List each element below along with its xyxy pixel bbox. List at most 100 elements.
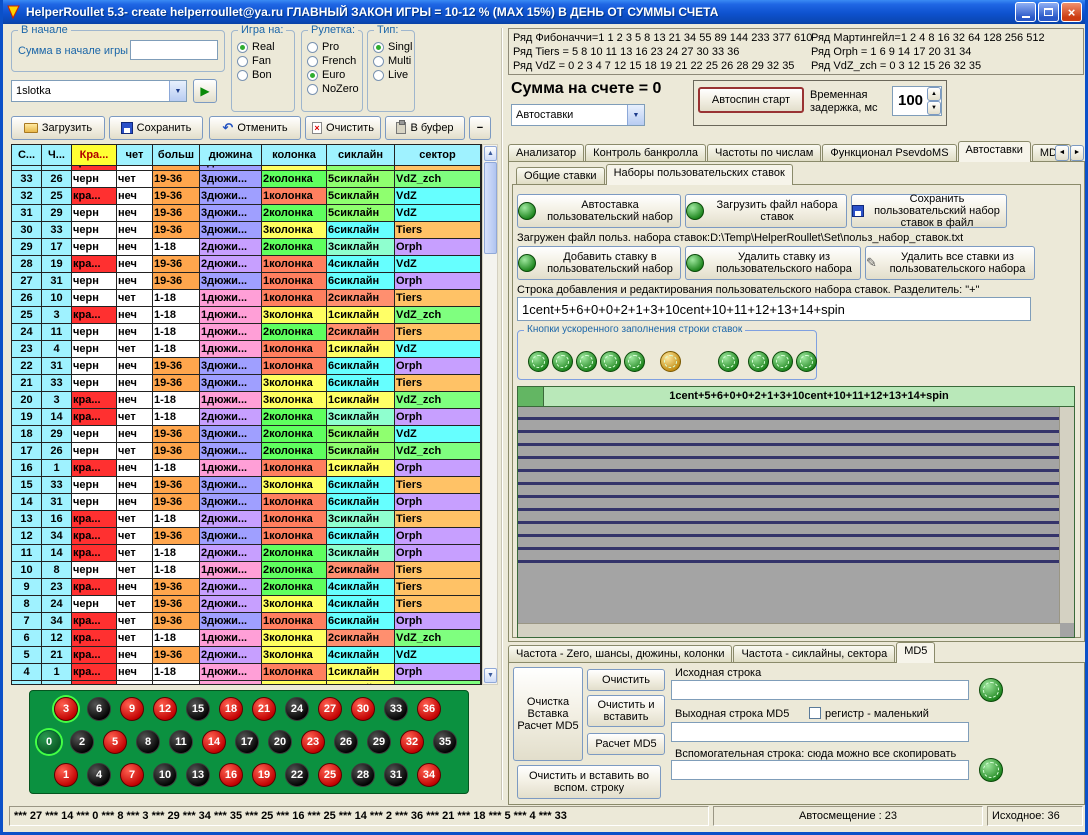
- roulette-number-27[interactable]: 27: [318, 697, 342, 721]
- md5-output-input[interactable]: [671, 722, 969, 742]
- bet-coin-button-8[interactable]: [748, 351, 769, 372]
- roulette-number-30[interactable]: 30: [351, 697, 375, 721]
- save-bet-file-button[interactable]: Сохранить пользовательский набор ставок …: [851, 194, 1007, 228]
- md5-clear-paste-calc-button[interactable]: Очистка Вставка Расчет MD5: [513, 667, 583, 761]
- tab-Контроль банкролла[interactable]: Контроль банкролла: [585, 144, 706, 162]
- scroll-down-icon[interactable]: ▼: [484, 668, 497, 683]
- subtab-Наборы пользовательских ставок[interactable]: Наборы пользовательских ставок: [606, 164, 793, 185]
- md5-clear-button[interactable]: Очистить: [587, 669, 665, 691]
- bet-string-input[interactable]: [517, 297, 1031, 321]
- md5-clear-and-paste-button[interactable]: Очистить и вставить: [587, 695, 665, 727]
- roulette-number-25[interactable]: 25: [318, 763, 342, 787]
- minimize-button[interactable]: [1015, 2, 1036, 22]
- bet-coin-button-5[interactable]: [624, 351, 645, 372]
- roulette-number-31[interactable]: 31: [384, 763, 408, 787]
- roulette-number-34[interactable]: 34: [417, 763, 441, 787]
- roulette-number-28[interactable]: 28: [351, 763, 375, 787]
- bet-coin-button-10[interactable]: [796, 351, 817, 372]
- radio-option-french[interactable]: French: [307, 55, 362, 67]
- roulette-number-5[interactable]: 5: [103, 730, 127, 754]
- remove-bet-button[interactable]: Удалить ставку из пользовательского набо…: [685, 246, 861, 280]
- bet-list-vscrollbar[interactable]: [1059, 407, 1074, 623]
- close-button[interactable]: ×: [1061, 2, 1082, 22]
- radio-option-nozero[interactable]: NoZero: [307, 83, 362, 95]
- restore-button[interactable]: [1038, 2, 1059, 22]
- remove-all-bets-button[interactable]: ✎ Удалить все ставки из пользовательског…: [865, 246, 1035, 280]
- tab-scroll-right-button[interactable]: ►: [1070, 145, 1084, 161]
- freqtab-MD5[interactable]: MD5: [896, 642, 935, 663]
- collapse-button[interactable]: −: [469, 116, 491, 140]
- roulette-number-23[interactable]: 23: [301, 730, 325, 754]
- md5-aux-input[interactable]: [671, 760, 969, 780]
- copy-buffer-button[interactable]: В буфер: [385, 116, 465, 140]
- autobet-custom-set-button[interactable]: Автоставка пользовательский набор: [517, 194, 681, 228]
- roulette-number-11[interactable]: 11: [169, 730, 193, 754]
- bet-coin-button-9[interactable]: [772, 351, 793, 372]
- md5-source-go-button[interactable]: [979, 678, 1003, 702]
- bet-coin-button-6[interactable]: [660, 351, 681, 372]
- roulette-number-2[interactable]: 2: [70, 730, 94, 754]
- scrollbar-thumb[interactable]: [484, 162, 497, 254]
- bet-coin-button-3[interactable]: [576, 351, 597, 372]
- roulette-number-29[interactable]: 29: [367, 730, 391, 754]
- radio-option-singl[interactable]: Singl: [373, 41, 414, 53]
- md5-calc-button[interactable]: Расчет MD5: [587, 733, 665, 755]
- roulette-number-26[interactable]: 26: [334, 730, 358, 754]
- roulette-number-36[interactable]: 36: [417, 697, 441, 721]
- roulette-number-12[interactable]: 12: [153, 697, 177, 721]
- roulette-number-15[interactable]: 15: [186, 697, 210, 721]
- title-bar[interactable]: HelperRoullet 5.3- create helperroullet@…: [3, 0, 1085, 24]
- roulette-number-18[interactable]: 18: [219, 697, 243, 721]
- tab-Функционал PsevdoMS[interactable]: Функционал PsevdoMS: [822, 144, 956, 162]
- radio-option-real[interactable]: Real: [237, 41, 294, 53]
- undo-button[interactable]: ↶ Отменить: [209, 116, 301, 140]
- tab-scroll-left-button[interactable]: ◄: [1055, 145, 1069, 161]
- clear-button[interactable]: × Очистить: [305, 116, 381, 140]
- start-sum-input[interactable]: [130, 40, 218, 60]
- roulette-number-1[interactable]: 1: [54, 763, 78, 787]
- roulette-number-7[interactable]: 7: [120, 763, 144, 787]
- autobets-select[interactable]: Автоставки ▼: [511, 104, 645, 126]
- history-scrollbar[interactable]: ▲ ▼: [482, 144, 498, 685]
- roulette-number-24[interactable]: 24: [285, 697, 309, 721]
- md5-aux-go-button[interactable]: [979, 758, 1003, 782]
- chevron-down-icon[interactable]: ▼: [627, 105, 644, 125]
- roulette-number-21[interactable]: 21: [252, 697, 276, 721]
- tab-Частоты по числам[interactable]: Частоты по числам: [707, 144, 821, 162]
- roulette-number-19[interactable]: 19: [252, 763, 276, 787]
- roulette-number-4[interactable]: 4: [87, 763, 111, 787]
- save-button[interactable]: Сохранить: [109, 116, 203, 140]
- roulette-number-35[interactable]: 35: [433, 730, 457, 754]
- bet-coin-button-1[interactable]: [528, 351, 549, 372]
- radio-option-bon[interactable]: Bon: [237, 69, 294, 81]
- roulette-number-8[interactable]: 8: [136, 730, 160, 754]
- roulette-number-14[interactable]: 14: [202, 730, 226, 754]
- add-bet-button[interactable]: Добавить ставку в пользовательский набор: [517, 246, 681, 280]
- roulette-number-33[interactable]: 33: [384, 697, 408, 721]
- bet-list-hscrollbar[interactable]: [518, 623, 1060, 637]
- delay-down-button[interactable]: ▼: [927, 101, 941, 115]
- bet-coin-button-4[interactable]: [600, 351, 621, 372]
- bet-coin-button-7[interactable]: [718, 351, 739, 372]
- scroll-up-icon[interactable]: ▲: [484, 146, 497, 161]
- checkbox-icon[interactable]: [809, 707, 821, 719]
- roulette-number-6[interactable]: 6: [87, 697, 111, 721]
- load-button[interactable]: Загрузить: [11, 116, 105, 140]
- md5-source-input[interactable]: [671, 680, 969, 700]
- play-button[interactable]: ▶: [193, 79, 217, 103]
- roulette-number-9[interactable]: 9: [120, 697, 144, 721]
- roulette-number-16[interactable]: 16: [219, 763, 243, 787]
- tab-Автоставки[interactable]: Автоставки: [958, 141, 1031, 162]
- roulette-number-20[interactable]: 20: [268, 730, 292, 754]
- radio-option-pro[interactable]: Pro: [307, 41, 362, 53]
- delay-up-button[interactable]: ▲: [927, 87, 941, 101]
- roulette-number-13[interactable]: 13: [186, 763, 210, 787]
- slot-select[interactable]: 1slotka ▼: [11, 80, 187, 102]
- radio-option-euro[interactable]: Euro: [307, 69, 362, 81]
- tab-Анализатор[interactable]: Анализатор: [508, 144, 584, 162]
- chevron-down-icon[interactable]: ▼: [169, 81, 186, 101]
- md5-clear-paste-aux-button[interactable]: Очистить и вставить во вспом. строку: [517, 765, 661, 799]
- roulette-number-0[interactable]: 0: [37, 730, 61, 754]
- load-bet-file-button[interactable]: Загрузить файл набора ставок: [685, 194, 847, 228]
- roulette-number-17[interactable]: 17: [235, 730, 259, 754]
